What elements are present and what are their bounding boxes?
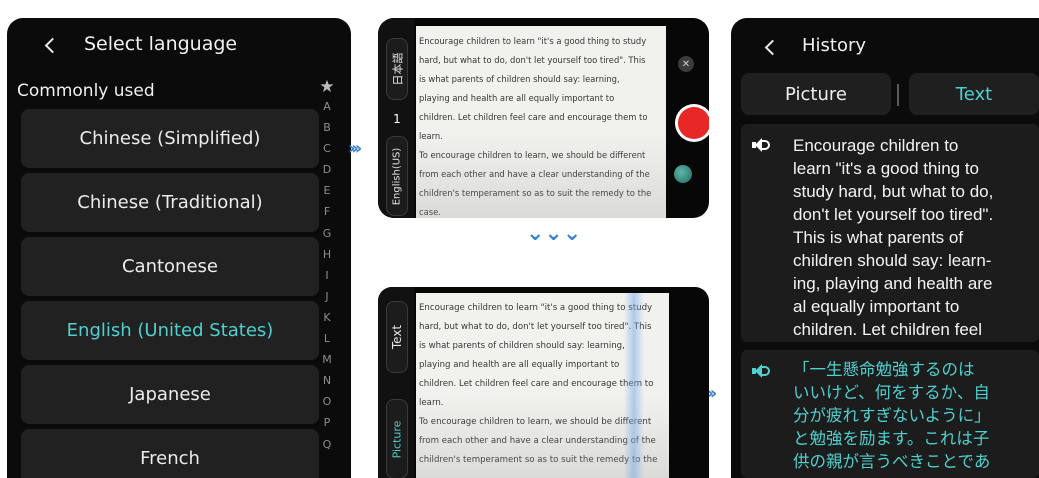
language-option-label: Cantonese xyxy=(121,256,218,277)
gallery-icon[interactable] xyxy=(674,165,692,183)
alphabet-index[interactable]: ★ A B C D E F G H I J K L M N O P Q xyxy=(318,78,336,455)
translation-text: 「一生懸命勉強するのは いいけど、何をするか、自 分が疲れすぎないように」 と勉… xyxy=(793,358,1033,473)
page-title: Select language xyxy=(84,33,238,55)
history-screen: History Picture Text Encourage children … xyxy=(731,18,1039,478)
language-option-french[interactable]: French xyxy=(21,429,319,478)
target-language-label: English(US) xyxy=(391,147,403,205)
index-letter[interactable]: F xyxy=(324,201,330,222)
flow-arrow-right-icon: ››› xyxy=(348,138,362,159)
language-option-cantonese[interactable]: Cantonese xyxy=(21,237,319,296)
speaker-icon[interactable] xyxy=(752,364,770,378)
camera-capture-screen: 日本語 1 English(US) Encourage children to … xyxy=(378,18,709,218)
index-letter[interactable]: E xyxy=(324,180,331,201)
text-line: study hard, but what to do, xyxy=(793,182,994,201)
text-line: 分が疲れすぎないように」 xyxy=(793,406,991,425)
tab-picture[interactable]: Picture xyxy=(741,73,891,115)
index-letter[interactable]: N xyxy=(323,370,331,391)
text-line: learn "it's a good thing to xyxy=(793,159,980,178)
document-line: is what parents of children should say: … xyxy=(419,74,620,84)
language-option-label: Chinese (Traditional) xyxy=(77,192,263,213)
index-letter[interactable]: H xyxy=(323,244,331,265)
document-line: case. xyxy=(419,207,441,217)
text-line: children should say: learn- xyxy=(793,251,992,270)
text-line: と勉強を励ます。これは子 xyxy=(793,429,990,448)
history-entry-translation[interactable]: 「一生懸命勉強するのは いいけど、何をするか、自 分が疲れすぎないように」 と勉… xyxy=(741,350,1039,478)
section-label: Commonly used xyxy=(17,81,155,101)
language-option-label: Chinese (Simplified) xyxy=(79,128,261,149)
camera-preview: Encourage children to learn "it's a good… xyxy=(416,293,669,478)
index-letter[interactable]: A xyxy=(323,96,331,117)
select-language-screen: Select language Commonly used Chinese (S… xyxy=(7,18,351,478)
tab-text[interactable]: Text xyxy=(909,73,1039,115)
text-line: don't let yourself too tired". xyxy=(793,205,994,224)
document-line: learn. xyxy=(419,131,443,141)
index-letter[interactable]: Q xyxy=(323,434,332,455)
language-option-japanese[interactable]: Japanese xyxy=(21,365,319,424)
language-option-english-us[interactable]: English (United States) xyxy=(21,301,319,360)
back-icon[interactable] xyxy=(44,37,61,54)
document-line: Encourage children to learn "it's a good… xyxy=(419,36,647,46)
camera-preview: Encourage children to learn "it's a good… xyxy=(416,26,666,218)
language-option-label: English (United States) xyxy=(66,320,274,341)
document-line: To encourage children to learn, we shoul… xyxy=(419,150,646,160)
shutter-icon xyxy=(678,107,709,139)
camera-scan-screen: Text Picture Encourage children to learn… xyxy=(378,287,709,478)
text-line: いいけど、何をするか、自 xyxy=(793,383,990,402)
document-line: children. Let children feel care and enc… xyxy=(419,112,648,122)
language-option-chinese-traditional[interactable]: Chinese (Traditional) xyxy=(21,173,319,232)
target-language-button[interactable]: English(US) xyxy=(386,136,408,216)
index-letter[interactable]: M xyxy=(322,349,332,370)
text-line: 「一生懸命勉強するのは xyxy=(793,360,975,379)
document-line: hard, but what to do, don't let yourself… xyxy=(419,55,646,65)
index-letter[interactable]: I xyxy=(325,265,328,286)
page-title: History xyxy=(802,35,867,56)
text-line: Encourage children to xyxy=(793,136,959,155)
text-line: children. Let children feel xyxy=(793,320,983,339)
mode-picture-button[interactable]: Picture xyxy=(386,399,408,478)
history-entry-source[interactable]: Encourage children to learn "it's a good… xyxy=(741,124,1039,342)
flow-arrow-down-icon: ⌄⌄⌄ xyxy=(526,221,582,246)
index-letter[interactable]: K xyxy=(323,307,330,328)
flash-off-icon[interactable]: ✕ xyxy=(678,56,694,72)
index-letter[interactable]: O xyxy=(323,391,332,412)
language-option-label: French xyxy=(140,448,200,469)
speaker-icon[interactable] xyxy=(752,138,770,152)
tab-label: Picture xyxy=(785,83,847,105)
language-option-chinese-simplified[interactable]: Chinese (Simplified) xyxy=(21,109,319,168)
index-letter[interactable]: P xyxy=(324,412,331,433)
mode-picture-label: Picture xyxy=(390,420,404,458)
tab-label: Text xyxy=(955,83,993,105)
page-count: 1 xyxy=(393,112,401,126)
tab-divider xyxy=(897,84,899,106)
index-letter[interactable]: J xyxy=(325,286,328,307)
document-line: children's temperament so as to suit the… xyxy=(419,188,652,198)
text-line: 供の親が言うべきことであ xyxy=(793,452,991,471)
source-language-button[interactable]: 日本語 xyxy=(386,38,408,100)
index-letter[interactable]: B xyxy=(323,117,331,138)
document-line: from each other and have a clear underst… xyxy=(419,169,650,179)
language-option-label: Japanese xyxy=(129,384,211,405)
index-letter[interactable]: D xyxy=(323,159,331,180)
text-line: ing, playing and health are xyxy=(793,274,993,293)
source-language-label: 日本語 xyxy=(391,52,404,86)
mode-text-button[interactable]: Text xyxy=(386,301,408,373)
index-star[interactable]: ★ xyxy=(319,78,334,96)
document-text: Encourage children to learn "it's a good… xyxy=(419,32,663,218)
text-line: This is what parents of xyxy=(793,228,964,247)
mode-text-label: Text xyxy=(390,324,404,350)
scan-line xyxy=(624,293,644,478)
index-letter[interactable]: C xyxy=(323,138,331,159)
document-line: playing and health are all equally impor… xyxy=(419,93,615,103)
back-icon[interactable] xyxy=(764,39,781,56)
index-letter[interactable]: L xyxy=(324,328,330,349)
source-text: Encourage children to learn "it's a good… xyxy=(793,134,1033,341)
shutter-button[interactable] xyxy=(675,104,709,142)
index-letter[interactable]: G xyxy=(323,223,332,244)
text-line: al equally important to xyxy=(793,297,960,316)
